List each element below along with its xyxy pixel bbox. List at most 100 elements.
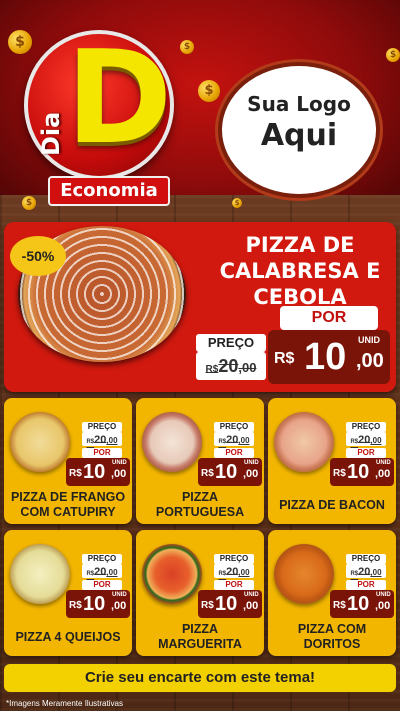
old-price-cents: ,00 (106, 436, 118, 445)
new-price-cents: ,00 (375, 468, 391, 480)
old-price: R$20,00 (346, 432, 386, 446)
new-price-currency: R$ (69, 468, 82, 479)
badge-ribbon: Economia (48, 176, 170, 206)
old-price: R$20,00 (82, 432, 122, 446)
product-image (142, 412, 202, 472)
new-price-cents: ,00 (111, 600, 127, 612)
old-price-integer: 20 (218, 356, 239, 376)
new-price: R$ 10 UNID ,00 (268, 330, 390, 384)
new-price-integer: 10 (83, 593, 106, 615)
badge-letter: D (66, 24, 173, 173)
por-label: POR (346, 580, 386, 590)
preco-label: PREÇO (82, 554, 122, 564)
product-image (10, 544, 70, 604)
new-price-unit: UNID (376, 460, 391, 466)
por-label: POR (214, 580, 254, 590)
por-label: POR (82, 448, 122, 458)
old-price-currency: R$ (218, 571, 227, 577)
coin-icon: $ (386, 48, 400, 62)
old-price: R$20,00 (196, 352, 266, 380)
por-label: POR (214, 448, 254, 458)
coin-icon: $ (232, 198, 242, 208)
por-label: POR (346, 448, 386, 458)
old-price-cents: ,00 (238, 568, 250, 577)
title-line: PIZZA DE (245, 233, 355, 257)
new-price-currency: R$ (333, 600, 346, 611)
new-price: R$ 10 UNID ,00 (330, 458, 394, 486)
product-image (142, 544, 202, 604)
old-price-currency: R$ (218, 439, 227, 445)
old-price-currency: R$ (205, 364, 219, 375)
old-price: R$20,00 (214, 564, 254, 578)
product-card[interactable]: PREÇO R$20,00 POR R$ 10 UNID ,00 PIZZA 4 QUEIJO… (4, 530, 132, 656)
preco-label: PREÇO (82, 422, 122, 432)
old-price-currency: R$ (350, 439, 359, 445)
featured-product-title: PIZZA DE CALABRESA E CEBOLA (212, 232, 388, 310)
old-price: R$20,00 (346, 564, 386, 578)
coin-icon: $ (198, 80, 220, 102)
preco-label: PREÇO (214, 554, 254, 564)
product-name-line: DORITOS (303, 637, 361, 651)
product-card[interactable]: PREÇO R$20,00 POR R$ 10 UNID ,00 PIZZA DE FRANG… (4, 398, 132, 524)
old-price-cents: ,00 (238, 436, 250, 445)
product-name-line: PIZZA DE BACON (279, 498, 385, 512)
store-logo-placeholder[interactable]: Sua Logo Aqui (218, 62, 380, 198)
logo-line-2: Aqui (260, 118, 338, 153)
old-price-integer: 20 (226, 566, 239, 578)
product-name: PIZZA DE FRANGO COM CATUPIRY (4, 490, 132, 520)
new-price: R$ 10 UNID ,00 (66, 590, 130, 618)
preco-label: PREÇO (346, 554, 386, 564)
old-price-cents: ,00 (370, 436, 382, 445)
old-price-currency: R$ (86, 439, 95, 445)
new-price: R$ 10 UNID ,00 (66, 458, 130, 486)
old-price-currency: R$ (86, 571, 95, 577)
old-price-cents: ,00 (238, 360, 257, 375)
cta-banner[interactable]: Crie seu encarte com este tema! (4, 664, 396, 692)
product-image (10, 412, 70, 472)
old-price-integer: 20 (358, 434, 371, 446)
old-price-currency: R$ (350, 571, 359, 577)
new-price: R$ 10 UNID ,00 (198, 458, 262, 486)
coin-icon: $ (8, 30, 32, 54)
old-price-integer: 20 (94, 566, 107, 578)
new-price-integer: 10 (347, 461, 370, 483)
old-price-cents: ,00 (370, 568, 382, 577)
new-price-integer: 10 (83, 461, 106, 483)
old-price-cents: ,00 (106, 568, 118, 577)
preco-label: PREÇO (196, 334, 266, 352)
product-name-line: PIZZA (181, 490, 219, 504)
old-price: R$20,00 (214, 432, 254, 446)
product-name: PIZZA MARGUERITA (136, 622, 264, 652)
new-price-integer: 10 (215, 593, 238, 615)
new-price-currency: R$ (333, 468, 346, 479)
product-card[interactable]: PREÇO R$20,00 POR R$ 10 UNID ,00 PIZZA DE BACON (268, 398, 396, 524)
preco-label: PREÇO (346, 422, 386, 432)
new-price-integer: 10 (347, 593, 370, 615)
product-name: PIZZA DE BACON (268, 498, 396, 513)
coin-icon: $ (22, 196, 36, 210)
product-name-line: PIZZA (181, 622, 219, 636)
por-label: POR (280, 306, 378, 330)
new-price-currency: R$ (69, 600, 82, 611)
product-card[interactable]: PREÇO R$20,00 POR R$ 10 UNID ,00 PIZZA PORTUGUES… (136, 398, 264, 524)
product-name-line: PIZZA DE FRANGO (10, 490, 126, 504)
new-price-unit: UNID (112, 460, 127, 466)
logo-line-1: Sua Logo (247, 92, 351, 116)
new-price: R$ 10 UNID ,00 (330, 590, 394, 618)
new-price-unit: UNID (376, 592, 391, 598)
product-name: PIZZA PORTUGUESA (136, 490, 264, 520)
product-name: PIZZA 4 QUEIJOS (4, 630, 132, 645)
product-card[interactable]: PREÇO R$20,00 POR R$ 10 UNID ,00 PIZZA COM DORIT… (268, 530, 396, 656)
new-price-unit: UNID (244, 592, 259, 598)
product-card[interactable]: PREÇO R$20,00 POR R$ 10 UNID ,00 PIZZA MARGUERIT… (136, 530, 264, 656)
new-price-cents: ,00 (243, 600, 259, 612)
old-price-integer: 20 (94, 434, 107, 446)
product-name-line: PIZZA COM (297, 622, 367, 636)
product-name-line: MARGUERITA (158, 637, 242, 651)
product-name: PIZZA COM DORITOS (268, 622, 396, 652)
title-line: CALABRESA E (219, 259, 381, 283)
product-name-line: COM CATUPIRY (20, 505, 116, 519)
new-price-unit: UNID (358, 335, 380, 345)
product-image (274, 544, 334, 604)
old-price-integer: 20 (358, 566, 371, 578)
